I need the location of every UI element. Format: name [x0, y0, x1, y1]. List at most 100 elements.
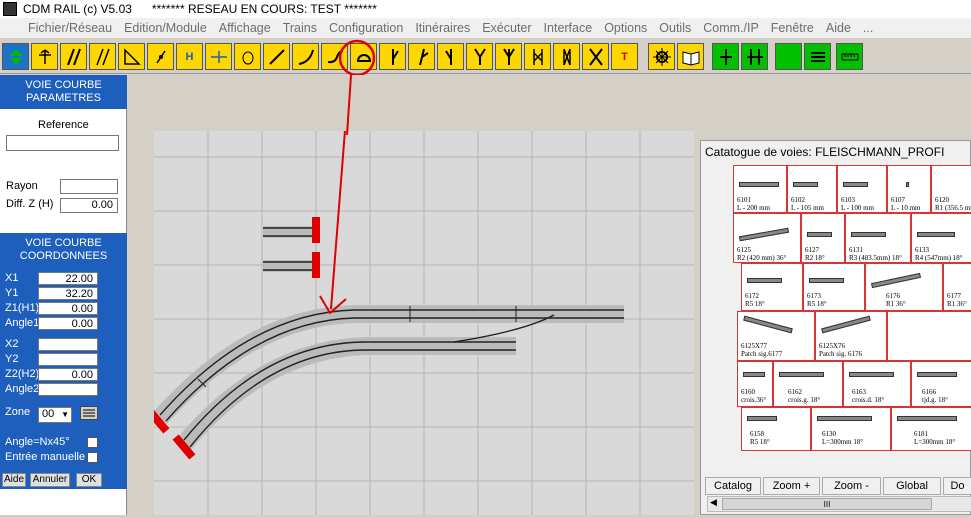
catalog-item-6125x76[interactable]: 6125X76 Patch sig. 6176 — [815, 311, 887, 361]
catalog-item-6173[interactable]: 6173 R5 18° — [803, 263, 865, 311]
catalog-item-6176[interactable]: 6176 R1 36° — [865, 263, 943, 311]
menu-bar: Fichier/Réseau Edition/Module Affichage … — [0, 18, 971, 38]
catalog-item-6102[interactable]: 6102 L - 105 mm — [787, 165, 837, 213]
ok-button[interactable]: OK — [76, 473, 102, 487]
catalog-item-6162[interactable]: 6162 crois.g. 18° — [773, 361, 843, 407]
move-tool-icon[interactable] — [2, 43, 29, 70]
turnout-3way-icon[interactable] — [495, 43, 522, 70]
menu-trains[interactable]: Trains — [283, 21, 317, 35]
mouse-tool-icon[interactable] — [234, 43, 261, 70]
zone-label: Zone — [5, 406, 31, 418]
anglenx-checkbox[interactable] — [87, 437, 98, 448]
angle2-field[interactable] — [38, 383, 98, 396]
catalog-horizontal-scrollbar[interactable]: ◀ III — [707, 496, 971, 512]
curve-track-icon[interactable] — [292, 43, 319, 70]
turnout-y-icon[interactable] — [466, 43, 493, 70]
x2-field[interactable] — [38, 338, 98, 351]
menu-aide[interactable]: Aide — [826, 21, 851, 35]
scroll-thumb[interactable]: III — [722, 498, 932, 510]
double-track-tool-icon[interactable] — [60, 43, 87, 70]
catalog-item-6166[interactable]: 6166 tjd.g. 18° — [911, 361, 971, 407]
annuler-button[interactable]: Annuler — [30, 473, 70, 487]
menu-edition[interactable]: Edition/Module — [124, 21, 207, 35]
catalog-item-6163[interactable]: 6163 crois.d. 18° — [843, 361, 911, 407]
y2-field[interactable] — [38, 353, 98, 366]
catalog-item-6120[interactable]: 6120R1 (356.5 mm — [931, 165, 971, 213]
x-crossing-icon[interactable] — [582, 43, 609, 70]
h-line-tool-icon[interactable] — [205, 43, 232, 70]
catalog-item-6160[interactable]: 6160 crois.36° — [737, 361, 773, 407]
catalog-item-6130[interactable]: 6130 L=300mm 18° — [811, 407, 891, 451]
menu-affichage[interactable]: Affichage — [219, 21, 271, 35]
zoom-out-button[interactable]: Zoom - — [822, 477, 881, 495]
parallel-tool-icon[interactable] — [89, 43, 116, 70]
zoom-in-button[interactable]: Zoom + — [763, 477, 820, 495]
angle1-field[interactable]: 0.00 — [38, 317, 98, 330]
diffz-field[interactable]: 0.00 — [60, 198, 118, 213]
ruler-icon[interactable] — [836, 43, 863, 70]
z2-field[interactable]: 0.00 — [38, 368, 98, 381]
y1-field[interactable]: 32.20 — [38, 287, 98, 300]
menu-lines-icon[interactable] — [804, 43, 831, 70]
left-parameters-panel: VOIE COURBE PARAMETRES Reference Rayon D… — [0, 75, 127, 515]
short-track-2[interactable] — [263, 252, 320, 278]
green-blank-tool-icon[interactable] — [775, 43, 802, 70]
settings-gear-icon[interactable] — [648, 43, 675, 70]
catalog-item-6103[interactable]: 6103 L - 100 mm — [837, 165, 887, 213]
track-canvas[interactable] — [146, 40, 694, 515]
catalog-item-6131[interactable]: 6131 R3 (483.5mm) 18° — [845, 213, 911, 263]
scroll-left-icon[interactable]: ◀ — [710, 497, 717, 508]
menu-interface[interactable]: Interface — [544, 21, 593, 35]
catalog-item-6158[interactable]: 6158 R5 18° — [741, 407, 811, 451]
catalog-item-6125x77[interactable]: 6125X77 Patch sig.6177 — [737, 311, 815, 361]
catalog-button[interactable]: Catalog — [705, 477, 761, 495]
aide-button[interactable]: Aide — [2, 473, 26, 487]
catalog-item-6125[interactable]: 6125 R2 (420 mm) 36° — [733, 213, 801, 263]
anglenx-label: Angle=Nx45° — [5, 436, 70, 448]
reference-field[interactable] — [6, 135, 119, 151]
crossing-icon[interactable] — [524, 43, 551, 70]
menu-options[interactable]: Options — [604, 21, 647, 35]
menu-fichier[interactable]: Fichier/Réseau — [28, 21, 112, 35]
h-tool-icon[interactable]: H — [176, 43, 203, 70]
catalog-item-6101[interactable]: 6101 L - 200 mm — [733, 165, 787, 213]
catalog-item-6177[interactable]: 6177 R1 36° — [943, 263, 971, 311]
turnout-right-icon[interactable] — [437, 43, 464, 70]
menu-configuration[interactable]: Configuration — [329, 21, 403, 35]
set-square-tool-icon[interactable] — [118, 43, 145, 70]
zone-select[interactable]: 00 ▼ — [38, 407, 72, 423]
do-button[interactable]: Do — [943, 477, 971, 495]
menu-outils[interactable]: Outils — [659, 21, 691, 35]
menu-more[interactable]: ... — [863, 21, 873, 35]
catalog-item-6133[interactable]: 6133 R4 (547mm) 18° — [911, 213, 971, 263]
z1-field[interactable]: 0.00 — [38, 302, 98, 315]
global-button[interactable]: Global — [883, 477, 941, 495]
x1-field[interactable]: 22.00 — [38, 272, 98, 285]
straight-track-icon[interactable] — [263, 43, 290, 70]
menu-comm[interactable]: Comm./IP — [703, 21, 759, 35]
catalog-title: Catatogue de voies: FLEISCHMANN_PROFI — [705, 145, 945, 159]
book-icon[interactable] — [677, 43, 704, 70]
catalog-item-6127[interactable]: 6127 R2 18° — [801, 213, 845, 263]
menu-fenetre[interactable]: Fenêtre — [771, 21, 814, 35]
turnout-f-icon[interactable] — [408, 43, 435, 70]
menu-executer[interactable]: Exécuter — [482, 21, 531, 35]
green-right-tool-icon[interactable] — [741, 43, 768, 70]
short-track-1[interactable] — [263, 217, 320, 243]
rayon-field[interactable] — [60, 179, 118, 194]
rayon-label: Rayon — [6, 180, 38, 192]
catalog-item-6181[interactable]: 6181 L=300mm 18° — [891, 407, 971, 451]
layout-sheet[interactable] — [146, 40, 694, 515]
double-slip-icon[interactable] — [553, 43, 580, 70]
menu-itineraires[interactable]: Itinéraires — [415, 21, 470, 35]
catalog-item-6107[interactable]: 6107 L - 10 mm — [887, 165, 931, 213]
zone-list-icon[interactable] — [80, 406, 98, 420]
green-left-tool-icon[interactable] — [712, 43, 739, 70]
figure-tool-icon[interactable] — [31, 43, 58, 70]
catalog-item-6172[interactable]: 6172 R5 18° — [741, 263, 803, 311]
signal-t-icon[interactable]: T — [611, 43, 638, 70]
entree-checkbox[interactable] — [87, 452, 98, 463]
point-tool-icon[interactable] — [147, 43, 174, 70]
turnout-left-icon[interactable] — [379, 43, 406, 70]
title-bar: CDM RAIL (c) V5.03 ******* RESEAU EN COU… — [0, 0, 971, 18]
